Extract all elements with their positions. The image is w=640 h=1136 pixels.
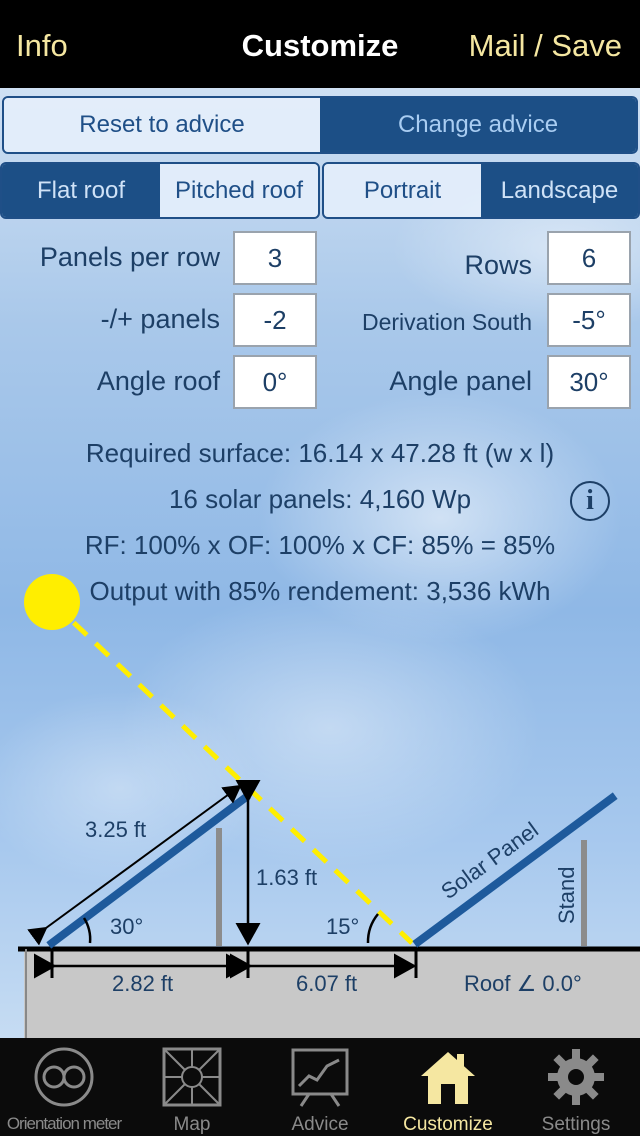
- base-length-label: 2.82 ft: [112, 971, 173, 996]
- tab-label-settings: Settings: [541, 1114, 611, 1135]
- stand-label: Stand: [554, 867, 579, 925]
- info-button[interactable]: Info: [16, 24, 68, 68]
- tab-bar: Orientation meter Map Advice Customize S…: [0, 1038, 640, 1136]
- required-surface-text: Required surface: 16.14 x 47.28 ft (w x …: [85, 438, 555, 468]
- tab-advice[interactable]: Advice: [256, 1038, 384, 1136]
- sun-angle-arc: [366, 913, 379, 944]
- tab-map[interactable]: Map: [128, 1038, 256, 1136]
- panel-height-label: 1.63 ft: [256, 865, 317, 890]
- page-title: Customize: [241, 28, 399, 63]
- tab-label-advice: Advice: [291, 1114, 349, 1135]
- tab-orientation-meter[interactable]: Orientation meter: [0, 1038, 128, 1136]
- mail-save-button[interactable]: Mail / Save: [469, 24, 622, 68]
- sun-ray-line: [50, 600, 414, 945]
- panel-angle-label: 30°: [110, 914, 143, 939]
- roof-angle-label: Roof ∠ 0.0°: [464, 971, 582, 996]
- map-icon: [162, 1047, 222, 1107]
- spacing-label: 6.07 ft: [296, 971, 357, 996]
- tab-label-map: Map: [173, 1114, 211, 1135]
- navigation-bar: Customize Info Mail / Save: [0, 0, 640, 88]
- advice-chart-icon: [291, 1048, 349, 1107]
- panel-angle-arc: [82, 917, 92, 944]
- orientation-meter-icon: [34, 1047, 94, 1107]
- tab-label-orientation-meter: Orientation meter: [6, 1114, 122, 1133]
- info-icon[interactable]: i: [570, 481, 610, 521]
- tab-settings[interactable]: Settings: [512, 1038, 640, 1136]
- panel-spacing-diagram: 3.25 ft 1.63 ft 30° 15° 2.82 ft 6.07 ft …: [18, 574, 640, 1038]
- factors-text: RF: 100% x OF: 100% x CF: 85% = 85%: [84, 530, 556, 560]
- customize-content: Reset to advice Change advice Flat roof …: [0, 88, 640, 1038]
- tab-customize[interactable]: Customize: [384, 1038, 512, 1136]
- gear-icon: [548, 1049, 604, 1105]
- panel-length-arrow: [27, 784, 242, 946]
- solar-panels-text: 16 solar panels: 4,160 Wp: [168, 484, 472, 514]
- output-text: Output with 85% rendement: 3,536 kWh: [89, 576, 551, 606]
- sun-angle-label: 15°: [326, 914, 359, 939]
- panel-length-label: 3.25 ft: [85, 817, 146, 842]
- tab-label-customize: Customize: [403, 1114, 493, 1135]
- house-icon: [421, 1052, 475, 1104]
